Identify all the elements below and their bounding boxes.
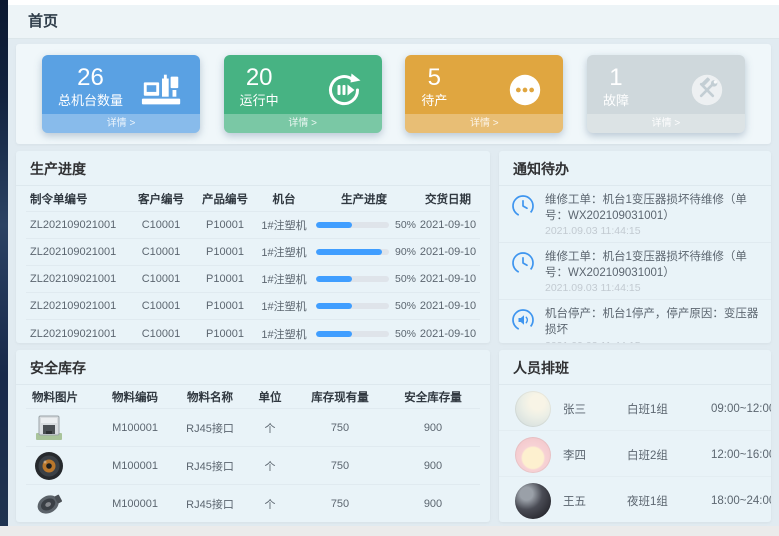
notification-text: 维修工单：机台1变压器损坏待维修（单号：WX202109031001）	[545, 192, 759, 224]
panels-grid: 生产进度 制令单编号 客户编号 产品编号 机台 生产进度 交货日期 ZL2021…	[16, 151, 771, 522]
speaker-driver-image	[32, 450, 66, 482]
person-time: 09:00~12:00	[711, 403, 771, 415]
notification-item[interactable]: 维修工单：机台1变压器损坏待维修（单号：WX202109031001） 2021…	[499, 186, 771, 243]
notification-time: 2021.09.03 11:44:15	[545, 340, 759, 343]
notification-item[interactable]: 机台停产：机台1停产，停产原因：变压器损坏 2021.09.03 11:44:1…	[499, 300, 771, 343]
safety-stock-panel: 安全库存 物料图片 物料编码 物料名称 单位 库存现有量 安全库存量	[16, 350, 490, 522]
notification-time: 2021.09.03 11:44:15	[545, 282, 759, 294]
clock-icon	[511, 251, 535, 275]
notification-time: 2021.09.03 11:44:15	[545, 225, 759, 237]
page-title: 首页	[8, 5, 779, 39]
person-name: 王五	[563, 493, 615, 509]
personnel-schedule-title: 人员排班	[499, 350, 771, 385]
inventory-row: M100001 RJ45接口 个 750 900	[26, 409, 480, 447]
production-row: ZL202109021001 C10001 P10001 1#注塑机 50% 2…	[26, 320, 480, 343]
production-row: ZL202109021001 C10001 P10001 1#注塑机 50% 2…	[26, 266, 480, 293]
running-icon	[322, 70, 366, 110]
progress-bar: 50%	[312, 300, 416, 312]
notification-text: 维修工单：机台1变压器损坏待维修（单号：WX202109031001）	[545, 249, 759, 281]
main-content: 26 总机台数量	[8, 39, 779, 522]
clock-icon	[511, 194, 535, 218]
person-time: 12:00~16:00	[711, 449, 771, 461]
rj45-connector-image	[32, 412, 66, 444]
production-progress-panel: 生产进度 制令单编号 客户编号 产品编号 机台 生产进度 交货日期 ZL2021…	[16, 151, 490, 343]
collapsed-sidebar-strip	[0, 0, 8, 536]
progress-bar: 50%	[312, 219, 416, 231]
stat-card-waiting: 5 待产 详情 >	[405, 55, 563, 133]
inventory-row: M100001 RJ45接口 个 750 900	[26, 485, 480, 522]
production-row: ZL202109021001 C10001 P10001 1#注塑机 50% 2…	[26, 293, 480, 320]
progress-bar: 50%	[312, 328, 416, 340]
schedule-row: 王五 夜班1组 18:00~24:00	[499, 477, 771, 522]
notifications-panel: 通知待办 维修工单：机台1变压器损坏待维修（单号：WX202109031001）	[499, 151, 771, 343]
stat-card-fault: 1 故障	[587, 55, 745, 133]
machine-icon	[140, 70, 184, 110]
avatar	[515, 483, 551, 519]
avatar	[515, 391, 551, 427]
production-table-header: 制令单编号 客户编号 产品编号 机台 生产进度 交货日期	[26, 186, 480, 212]
production-progress-title: 生产进度	[16, 151, 490, 186]
production-row: ZL202109021001 C10001 P10001 1#注塑机 90% 2…	[26, 239, 480, 266]
fault-value: 1	[603, 64, 629, 92]
fault-detail-link[interactable]: 详情 >	[587, 114, 745, 133]
waiting-value: 5	[421, 64, 447, 92]
window-top-edge	[8, 0, 779, 5]
tools-icon	[685, 70, 729, 110]
schedule-row: 张三 白班1组 09:00~12:00	[499, 385, 771, 431]
schedule-row: 李四 白班2组 12:00~16:00	[499, 431, 771, 477]
personnel-schedule-panel: 人员排班 张三 白班1组 09:00~12:00 李四 白班2组 12:	[499, 350, 771, 522]
person-name: 李四	[563, 447, 615, 463]
safety-stock-header: 物料图片 物料编码 物料名称 单位 库存现有量 安全库存量	[26, 385, 480, 409]
notification-text: 机台停产：机台1停产，停产原因：变压器损坏	[545, 306, 759, 338]
speaker-icon	[511, 308, 535, 332]
total-machines-value: 26	[58, 64, 123, 92]
person-time: 18:00~24:00	[711, 495, 771, 507]
dashboard-screen: 首页 26 总机台数量	[0, 0, 779, 536]
notifications-list: 维修工单：机台1变压器损坏待维修（单号：WX202109031001） 2021…	[499, 186, 771, 343]
notification-item[interactable]: 维修工单：机台1变压器损坏待维修（单号：WX202109031001） 2021…	[499, 243, 771, 300]
progress-bar: 50%	[312, 273, 416, 285]
notifications-title: 通知待办	[499, 151, 771, 186]
waiting-detail-link[interactable]: 详情 >	[405, 114, 563, 133]
total-machines-detail-link[interactable]: 详情 >	[42, 114, 200, 133]
running-label: 运行中	[240, 92, 279, 110]
person-shift: 夜班1组	[627, 493, 699, 509]
safety-stock-title: 安全库存	[16, 350, 490, 385]
person-name: 张三	[563, 401, 615, 417]
fault-label: 故障	[603, 92, 629, 110]
window-bottom-edge	[0, 526, 779, 536]
stat-card-running: 20 运行中 详情 >	[224, 55, 382, 133]
progress-bar: 90%	[312, 246, 416, 258]
stat-cards-panel: 26 总机台数量	[16, 44, 771, 144]
speaker-cone-image	[32, 488, 66, 520]
app-container: 首页 26 总机台数量	[8, 0, 779, 536]
person-shift: 白班1组	[627, 401, 699, 417]
ellipsis-icon	[503, 70, 547, 110]
waiting-label: 待产	[421, 92, 447, 110]
running-detail-link[interactable]: 详情 >	[224, 114, 382, 133]
safety-stock-table: 物料图片 物料编码 物料名称 单位 库存现有量 安全库存量	[16, 385, 490, 522]
stat-card-total-machines: 26 总机台数量	[42, 55, 200, 133]
running-value: 20	[240, 64, 279, 92]
avatar	[515, 437, 551, 473]
schedule-list: 张三 白班1组 09:00~12:00 李四 白班2组 12:00~16:00	[499, 385, 771, 522]
production-row: ZL202109021001 C10001 P10001 1#注塑机 50% 2…	[26, 212, 480, 239]
inventory-row: M100001 RJ45接口 个 750 900	[26, 447, 480, 485]
person-shift: 白班2组	[627, 447, 699, 463]
total-machines-label: 总机台数量	[58, 92, 123, 110]
production-table: 制令单编号 客户编号 产品编号 机台 生产进度 交货日期 ZL202109021…	[16, 186, 490, 343]
